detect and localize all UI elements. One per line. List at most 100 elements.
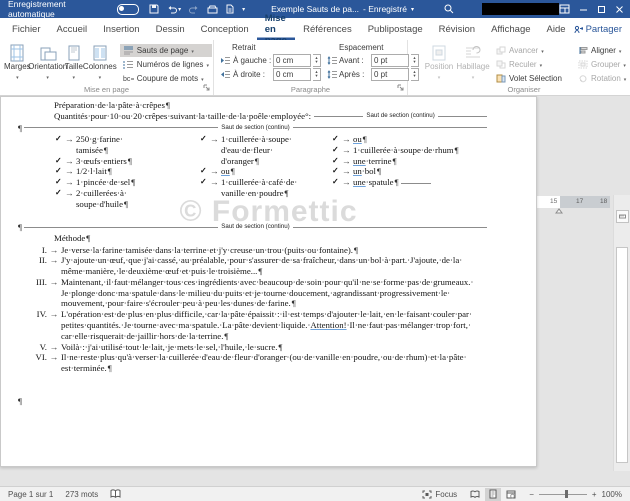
tab-accueil[interactable]: Accueil [49, 18, 96, 40]
svg-text:bc: bc [123, 76, 131, 83]
espacement-apres-input[interactable]: 0 pt [371, 68, 409, 81]
view-switcher [467, 488, 519, 501]
tab-dessin[interactable]: Dessin [148, 18, 193, 40]
zoom-out-button[interactable]: − [529, 490, 534, 499]
dialog-launcher-icon[interactable] [203, 84, 210, 93]
ruler-number: 17 [576, 198, 583, 205]
title-bar: Enregistrement automatique ▾ ▾ Exemple S… [0, 0, 630, 18]
ruler-toggle-icon[interactable] [616, 210, 629, 223]
retrait-droite-stepper[interactable] [313, 68, 321, 81]
coupure-de-mots-button[interactable]: bc Coupure de mots [120, 72, 212, 85]
tab-publipostage[interactable]: Publipostage [360, 18, 431, 40]
checklist-item: ✓→1·​cuillerée·​à·​café·​de·​vanille·​en… [200, 177, 306, 199]
retrait-droite-input[interactable]: 0 cm [273, 68, 311, 81]
marges-label: Marges [4, 63, 31, 71]
vertical-scrollbar[interactable] [613, 195, 630, 471]
align-icon [578, 46, 588, 55]
group-label-paragraphe: Paragraphe [214, 85, 407, 94]
read-mode-icon[interactable] [467, 488, 483, 501]
ribbon-options-icon[interactable] [559, 4, 570, 14]
marges-button[interactable]: Marges [4, 42, 31, 81]
dialog-launcher-icon[interactable] [397, 84, 404, 93]
rotation-button: Rotation [575, 72, 630, 85]
document-page[interactable]: © Formettic Préparation·​de·​la·​pâte·​à… [0, 96, 537, 467]
scrollbar-thumb[interactable] [616, 247, 628, 463]
numeros-de-lignes-button[interactable]: Numéros de lignes [120, 58, 212, 71]
preview-icon[interactable] [226, 4, 234, 14]
retrait-gauche-input[interactable]: 0 cm [273, 54, 311, 67]
tab-insertion[interactable]: Insertion [95, 18, 147, 40]
orientation-button[interactable]: Orientation [31, 42, 65, 81]
zoom-slider[interactable] [539, 494, 587, 495]
touch-mode-icon[interactable] [207, 5, 218, 14]
volet-selection-button[interactable]: Volet Sélection [493, 72, 569, 85]
grouper-label: Grouper [591, 60, 620, 69]
tab-mise-en-page[interactable]: Mise en page [257, 18, 295, 40]
close-icon[interactable] [615, 5, 624, 14]
share-button[interactable]: Partager [574, 18, 622, 40]
checklist-item: ✓→1/2·​l·​lait¶ [55, 166, 143, 177]
method-step: VI.→Il·​ne·​reste·​plus·​qu'à·​verser·​l… [17, 352, 476, 374]
checklist-item: ✓→1·​cuillerée·​à·​soupe·​d'eau·​de·​fle… [200, 134, 306, 166]
restore-icon[interactable] [597, 5, 606, 14]
chevron-down-icon[interactable]: ▾ [411, 6, 414, 13]
group-label-mise-en-page: Mise en page [0, 85, 213, 94]
print-layout-icon[interactable] [485, 488, 501, 501]
retrait-gauche-stepper[interactable] [313, 54, 321, 67]
autosave-toggle[interactable] [117, 4, 139, 15]
orientation-icon [39, 44, 57, 62]
retrait-label: Retrait [232, 43, 321, 52]
colonnes-icon [91, 44, 109, 62]
right-indent-marker[interactable] [555, 201, 563, 219]
tab-affichage[interactable]: Affichage [483, 18, 538, 40]
document-title[interactable]: Exemple Sauts de pa... - Enregistré ▾ [271, 4, 414, 14]
tab-conception[interactable]: Conception [193, 18, 257, 40]
position-icon [430, 44, 448, 62]
page-indicator[interactable]: Page 1 sur 1 [8, 490, 53, 499]
web-layout-icon[interactable] [503, 488, 519, 501]
undo-button[interactable]: ▾ [167, 5, 181, 14]
checklist-item: ✓→1·​pincée·​de·​sel¶ [55, 177, 143, 188]
save-status: - Enregistré [363, 4, 407, 14]
focus-button[interactable]: Focus [422, 490, 457, 499]
minimize-icon[interactable] [579, 5, 588, 14]
zoom-level[interactable]: 100% [602, 490, 622, 499]
paragraph-quantities: Quantités·​pour·​10·​ou·​20·​crêpes·​sui… [54, 111, 487, 122]
colonnes-button[interactable]: Colonnes [83, 42, 117, 81]
retrait-gauche-field: À gauche : 0 cm [220, 53, 321, 67]
tab-fichier[interactable]: Fichier [4, 18, 49, 40]
focus-icon [422, 490, 432, 499]
reculer-button: Reculer [493, 58, 569, 71]
retrait-column: Retrait À gauche : 0 cm À droite : 0 cm [220, 42, 321, 81]
espacement-avant-input[interactable]: 0 pt [371, 54, 409, 67]
search-icon[interactable] [444, 4, 454, 14]
taille-button[interactable]: Taille [65, 42, 83, 81]
tab-revision[interactable]: Révision [431, 18, 483, 40]
zoom-in-button[interactable]: + [592, 490, 597, 499]
user-account-redacted[interactable] [482, 3, 559, 15]
more-commands-icon[interactable]: ▾ [242, 6, 245, 13]
save-icon[interactable] [149, 4, 159, 14]
habillage-label: Habillage [456, 63, 489, 71]
ingredients-column-1: ✓→250·​g·​farine·​tamisée¶✓→3·​œufs·​ent… [55, 134, 143, 210]
grouper-button: Grouper [575, 58, 630, 71]
autosave-control[interactable]: Enregistrement automatique [8, 0, 139, 19]
retrait-droite-field: À droite : 0 cm [220, 67, 321, 81]
empty-paragraph-mark: ¶ [17, 396, 22, 407]
word-count[interactable]: 273 mots [65, 490, 98, 499]
tab-aide[interactable]: Aide [539, 18, 574, 40]
sauts-de-page-button[interactable]: Sauts de page [120, 44, 212, 57]
orientation-label: Orientation [28, 63, 67, 71]
method-steps: I.→Je·​verse·​la·​farine·​tamisée·​dans·… [17, 245, 476, 375]
numeros-de-lignes-label: Numéros de lignes [137, 60, 204, 69]
aligner-button[interactable]: Aligner [575, 44, 630, 57]
habillage-icon [464, 44, 482, 62]
group-label-organiser: Organiser [408, 85, 630, 94]
checklist-item: ✓→3·​œufs·​entiers¶ [55, 156, 143, 167]
aligner-label: Aligner [591, 46, 616, 55]
zoom-slider-thumb[interactable] [565, 490, 568, 498]
section-break-inline: Saut de section (continu) [314, 111, 487, 122]
proofing-icon[interactable] [110, 489, 121, 499]
autosave-label: Enregistrement automatique [8, 0, 113, 19]
tab-references[interactable]: Références [295, 18, 360, 40]
